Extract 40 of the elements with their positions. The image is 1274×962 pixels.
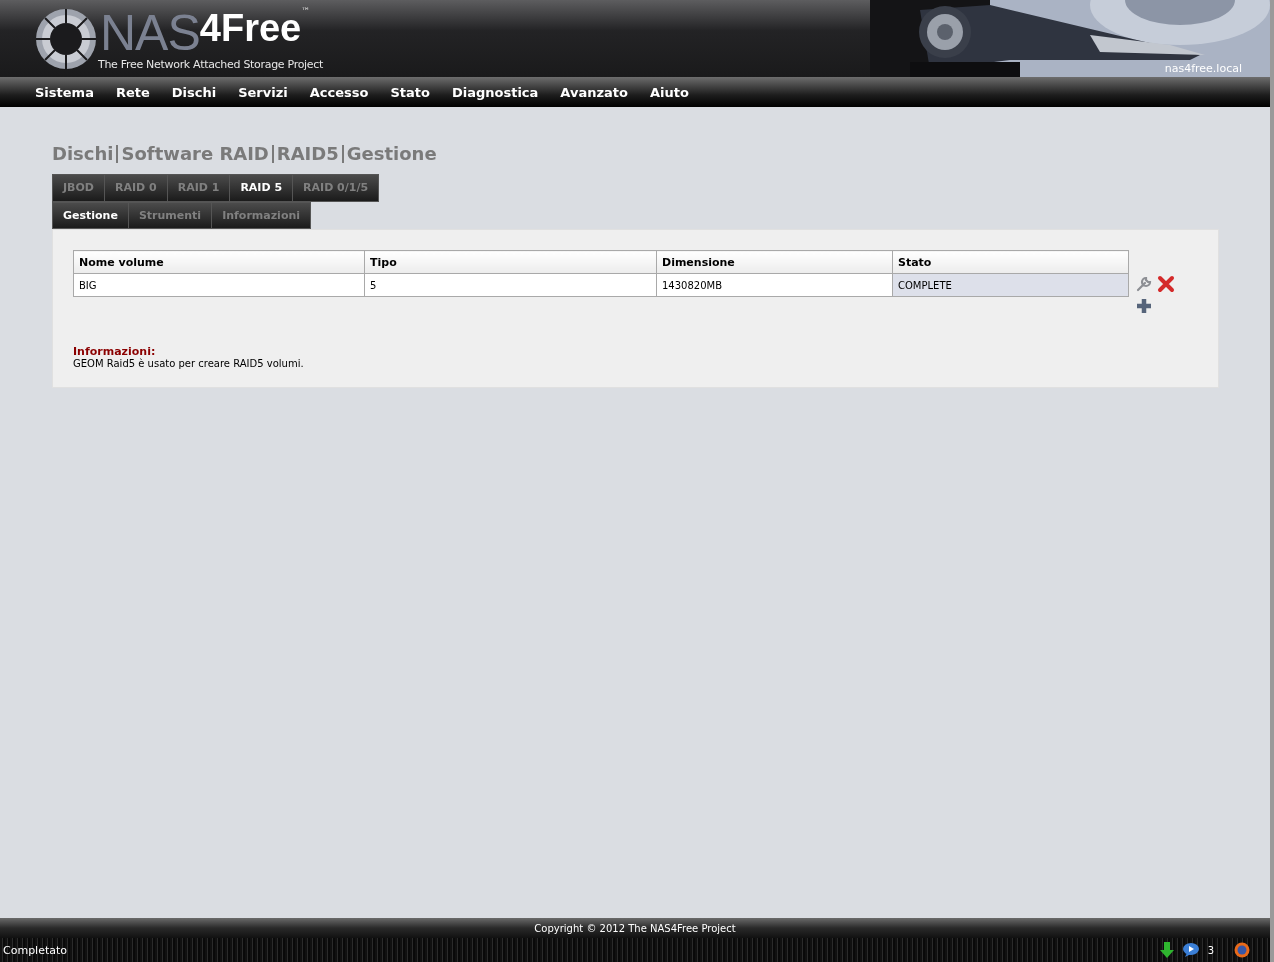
breadcrumb-item: RAID5 — [276, 143, 339, 164]
info-title: Informazioni: — [73, 345, 157, 358]
tab[interactable]: Gestione — [52, 202, 129, 229]
ring-logo-icon — [34, 6, 98, 71]
count-text: 3 — [1207, 944, 1214, 956]
menu-item[interactable]: Diagnostica — [451, 84, 539, 100]
copyright-text: Copyright © 2012 The NAS4Free Project — [534, 922, 736, 934]
menu-item[interactable]: Stato — [390, 84, 430, 100]
speech-bubble-icon[interactable] — [1181, 943, 1200, 957]
download-arrow-icon[interactable] — [1159, 942, 1174, 958]
column-header: Dimensione — [656, 250, 893, 274]
hostname: nas4free.local — [1164, 62, 1242, 75]
column-header: Nome volume — [73, 250, 365, 274]
table-cell: 1430820MB — [656, 273, 893, 297]
table-cell: 5 — [364, 273, 657, 297]
menu-item[interactable]: Sistema — [35, 84, 94, 100]
globe-icon[interactable] — [1234, 942, 1250, 958]
menu-item[interactable]: Aiuto — [649, 84, 689, 100]
info-text: GEOM Raid5 è usato per creare RAID5 volumi. — [73, 358, 305, 369]
breadcrumb-item: Gestione — [346, 143, 437, 164]
logo-accent: 4Free — [199, 6, 302, 49]
menu-item[interactable]: Servizi — [238, 84, 288, 100]
delete-icon[interactable] — [1157, 275, 1175, 293]
menu-item[interactable]: Rete — [115, 84, 150, 100]
wrench-icon[interactable] — [1135, 275, 1153, 293]
column-header: Stato — [892, 250, 1129, 274]
tab[interactable]: RAID 5 — [230, 174, 294, 202]
status-text: Completato — [3, 943, 68, 957]
tagline: The Free Network Attached Storage Project — [98, 58, 324, 71]
menu-item[interactable]: Avanzato — [560, 84, 628, 100]
column-header: Tipo — [364, 250, 657, 274]
add-icon[interactable] — [1135, 297, 1153, 315]
breadcrumb-item: Dischi — [52, 143, 114, 164]
breadcrumb-item: Software RAID — [121, 143, 269, 164]
menu-item[interactable]: Accesso — [309, 84, 369, 100]
menu-item[interactable]: Dischi — [171, 84, 217, 100]
logo-name: NAS — [100, 6, 200, 60]
trademark-mark: ™ — [301, 6, 311, 16]
table-cell: BIG — [73, 273, 365, 297]
table-cell: COMPLETE — [892, 273, 1129, 297]
